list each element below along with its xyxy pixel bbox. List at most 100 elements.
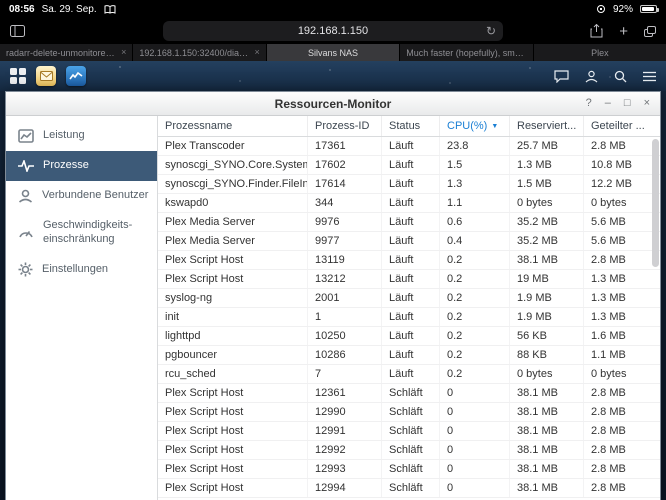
cell-geteilter-speicher: 1.3 MB	[591, 273, 626, 285]
process-table: Prozessname Prozess-ID Status CPU(%) ▼ R…	[158, 116, 660, 500]
cell-prozessname: Plex Transcoder	[158, 137, 308, 155]
cell-geteilter-speicher: 0 bytes	[591, 368, 627, 380]
cell-prozess-id: 17602	[308, 156, 382, 174]
table-row[interactable]: synoscgi_SYNO.Finder.FileIn... 17614 Läu…	[158, 175, 660, 194]
vertical-scrollbar[interactable]	[650, 138, 659, 500]
widgets-icon[interactable]	[643, 71, 656, 82]
new-tab-icon[interactable]: +	[619, 24, 628, 39]
cell-prozess-id: 13212	[308, 270, 382, 288]
cell-prozess-id: 7	[308, 365, 382, 383]
table-row[interactable]: synoscgi_SYNO.Core.System... 17602 Läuft…	[158, 156, 660, 175]
browser-tab-active[interactable]: Silvans NAS	[266, 44, 401, 61]
column-header-prozess-id[interactable]: Prozess-ID	[308, 116, 382, 136]
sidebar-item-leistung[interactable]: Leistung	[6, 121, 157, 151]
address-text: 192.168.1.150	[297, 25, 369, 37]
user-icon[interactable]	[585, 70, 598, 83]
tab-close-icon[interactable]: ×	[255, 48, 260, 57]
cell-reservierter-speicher: 38.1 MB	[510, 441, 584, 459]
table-row[interactable]: Plex Script Host 12994 Schläft 0 38.1 MB…	[158, 479, 660, 498]
battery-percent: 92%	[612, 3, 633, 15]
dsm-taskbar	[0, 61, 666, 91]
cell-prozess-id: 2001	[308, 289, 382, 307]
share-icon[interactable]	[590, 24, 603, 38]
browser-tab[interactable]: radarr-delete-unmonitored.sh -... ×	[0, 44, 134, 61]
cell-status: Läuft	[382, 289, 440, 307]
cell-status: Läuft	[382, 213, 440, 231]
table-row[interactable]: Plex Script Host 12990 Schläft 0 38.1 MB…	[158, 403, 660, 422]
cell-status: Läuft	[382, 365, 440, 383]
cell-reservierter-speicher: 1.3 MB	[510, 156, 584, 174]
cell-status: Läuft	[382, 175, 440, 193]
table-row[interactable]: Plex Script Host 12361 Schläft 0 38.1 MB…	[158, 384, 660, 403]
table-row[interactable]: Plex Script Host 12992 Schläft 0 38.1 MB…	[158, 441, 660, 460]
reload-icon[interactable]: ↻	[486, 25, 496, 37]
window-titlebar[interactable]: Ressourcen-Monitor ? – □ ×	[6, 92, 660, 116]
cell-geteilter-speicher: 1.3 MB	[591, 311, 626, 323]
cell-status: Läuft	[382, 194, 440, 212]
column-header-reservierter-speicher[interactable]: Reserviert...	[510, 116, 584, 136]
sidebar-item-verbundene-benutzer[interactable]: Verbundene Benutzer	[6, 181, 157, 211]
sidebar-item-einstellungen[interactable]: Einstellungen	[6, 254, 157, 285]
resource-monitor-app-icon[interactable]	[66, 66, 86, 86]
table-row[interactable]: Plex Media Server 9976 Läuft 0.6 35.2 MB…	[158, 213, 660, 232]
cell-prozessname: Plex Script Host	[158, 270, 308, 288]
cell-reservierter-speicher: 38.1 MB	[510, 422, 584, 440]
cell-prozessname: rcu_sched	[158, 365, 308, 383]
cell-geteilter-speicher: 0 bytes	[591, 197, 627, 209]
speed-limit-icon	[18, 226, 34, 239]
main-menu-icon[interactable]	[10, 68, 26, 84]
cell-reservierter-speicher: 1.9 MB	[510, 289, 584, 307]
table-row[interactable]: Plex Script Host 12993 Schläft 0 38.1 MB…	[158, 460, 660, 479]
cell-prozess-id: 10286	[308, 346, 382, 364]
cell-geteilter-speicher: 1.3 MB	[591, 292, 626, 304]
maximize-icon[interactable]: □	[624, 98, 631, 109]
close-icon[interactable]: ×	[644, 98, 650, 109]
column-header-prozessname[interactable]: Prozessname	[158, 116, 308, 136]
column-header-geteilter-speicher[interactable]: Geteilter ...	[584, 116, 660, 136]
table-row[interactable]: Plex Script Host 12991 Schläft 0 38.1 MB…	[158, 422, 660, 441]
table-row[interactable]: Plex Script Host 13119 Läuft 0.2 38.1 MB…	[158, 251, 660, 270]
column-header-cpu[interactable]: CPU(%) ▼	[440, 116, 510, 136]
cell-cpu: 0.2	[440, 327, 510, 345]
sidebar-toggle-icon[interactable]	[10, 25, 25, 37]
address-bar[interactable]: 192.168.1.150 ↻	[163, 21, 503, 41]
table-row[interactable]: kswapd0 344 Läuft 1.1 0 bytes 0 bytes	[158, 194, 660, 213]
mail-app-icon[interactable]	[36, 66, 56, 86]
cell-prozess-id: 17361	[308, 137, 382, 155]
cell-cpu: 0	[440, 460, 510, 478]
rotation-lock-icon	[596, 4, 606, 14]
cell-status: Läuft	[382, 251, 440, 269]
chat-icon[interactable]	[554, 69, 569, 83]
cell-reservierter-speicher: 38.1 MB	[510, 460, 584, 478]
connected-users-icon	[18, 189, 33, 203]
search-icon[interactable]	[614, 70, 627, 83]
cell-reservierter-speicher: 25.7 MB	[510, 137, 584, 155]
cell-prozessname: Plex Script Host	[158, 460, 308, 478]
browser-tab[interactable]: Plex	[533, 44, 666, 61]
gear-icon	[18, 262, 33, 277]
tab-overview-icon[interactable]	[644, 25, 656, 37]
column-header-status[interactable]: Status	[382, 116, 440, 136]
table-row[interactable]: Plex Transcoder 17361 Läuft 23.8 25.7 MB…	[158, 137, 660, 156]
scrollbar-thumb[interactable]	[652, 139, 659, 267]
table-row[interactable]: Plex Script Host 13212 Läuft 0.2 19 MB 1…	[158, 270, 660, 289]
table-row[interactable]: Plex Media Server 9977 Läuft 0.4 35.2 MB…	[158, 232, 660, 251]
browser-tab[interactable]: Much faster (hopefully), smalle...	[400, 44, 534, 61]
help-icon[interactable]: ?	[586, 98, 592, 109]
cell-prozessname: Plex Script Host	[158, 251, 308, 269]
table-row[interactable]: syslog-ng 2001 Läuft 0.2 1.9 MB 1.3 MB	[158, 289, 660, 308]
window-sidebar: Leistung Prozesse Verbundene Benutzer Ge…	[6, 116, 158, 500]
table-row[interactable]: rcu_sched 7 Läuft 0.2 0 bytes 0 bytes	[158, 365, 660, 384]
cell-prozess-id: 12990	[308, 403, 382, 421]
cell-prozess-id: 344	[308, 194, 382, 212]
tab-close-icon[interactable]: ×	[121, 48, 126, 57]
cell-prozessname: kswapd0	[158, 194, 308, 212]
sidebar-item-geschwindigkeitseinschraenkung[interactable]: Geschwindigkeits-einschränkung	[6, 211, 157, 255]
table-row[interactable]: lighttpd 10250 Läuft 0.2 56 KB 1.6 MB	[158, 327, 660, 346]
minimize-icon[interactable]: –	[605, 98, 611, 109]
cell-cpu: 0	[440, 422, 510, 440]
table-row[interactable]: pgbouncer 10286 Läuft 0.2 88 KB 1.1 MB	[158, 346, 660, 365]
sidebar-item-prozesse[interactable]: Prozesse	[6, 151, 157, 181]
table-row[interactable]: init 1 Läuft 0.2 1.9 MB 1.3 MB	[158, 308, 660, 327]
browser-tab[interactable]: 192.168.1.150:32400/diagnosti... ×	[133, 44, 267, 61]
